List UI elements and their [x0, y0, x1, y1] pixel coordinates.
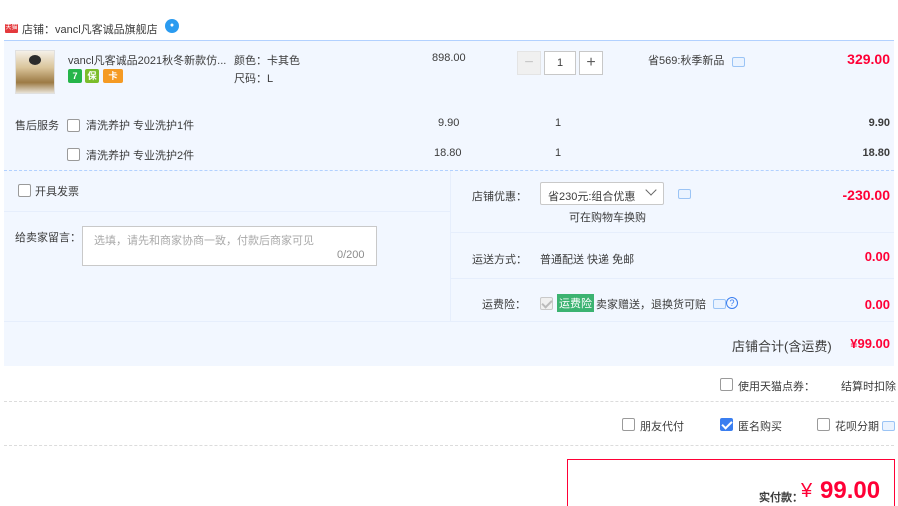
service-name: 清洗养护 专业洗护1件 — [86, 120, 195, 132]
divider — [4, 321, 894, 322]
unit-price: 898.00 — [432, 52, 466, 64]
service-total: 9.90 — [868, 117, 890, 129]
insurance-checkbox — [540, 297, 553, 310]
invoice-checkbox[interactable] — [18, 184, 31, 197]
invoice-label[interactable]: 开具发票 — [35, 183, 79, 199]
coupon-note: 可在购物车换购 — [569, 212, 646, 224]
divider — [450, 171, 451, 321]
store-name-link[interactable]: 店铺：vancl凡客诚品旗舰店 — [22, 21, 158, 37]
memo-label: 给卖家留言： — [15, 232, 81, 244]
points-label[interactable]: 使用天猫点券： — [738, 378, 815, 394]
service-name: 清洗养护 专业洗护2件 — [86, 150, 195, 162]
shipping-method: 普通配送 快递 免邮 — [540, 254, 635, 266]
service-price: 18.80 — [434, 147, 462, 159]
pay-currency: ¥ — [801, 480, 813, 502]
divider — [4, 401, 894, 402]
comment-icon[interactable] — [713, 299, 726, 309]
divider — [4, 445, 894, 446]
store-total-label: 店铺合计(含运费) — [732, 339, 832, 354]
shipping-label: 运送方式： — [472, 254, 527, 266]
product-title-link[interactable]: vancl凡客诚品2021秋冬新款仿... — [68, 52, 233, 68]
promotion-text: 省569:秋季新品 — [648, 55, 725, 67]
friend-pay-label[interactable]: 朋友代付 — [640, 418, 684, 434]
after-sales-label: 售后服务 — [15, 120, 59, 132]
coupon-amount: -230.00 — [842, 187, 890, 203]
service-qty: 1 — [555, 147, 562, 159]
pay-amount: 99.00 — [820, 477, 881, 504]
service-qty: 1 — [555, 117, 562, 129]
coupon-selected-value[interactable]: 省230元:组合优惠 — [548, 188, 635, 204]
divider — [4, 211, 450, 212]
points-note: 结算时扣除 — [841, 381, 896, 393]
pay-label: 实付款： — [759, 492, 803, 504]
comment-icon[interactable] — [732, 57, 745, 67]
divider — [451, 278, 894, 279]
service-checkbox[interactable] — [67, 119, 80, 132]
product-thumbnail[interactable] — [15, 50, 55, 94]
service-price: 9.90 — [438, 117, 460, 129]
guarantee-icon: 保 — [85, 69, 99, 83]
sku-size: 尺码：L — [234, 73, 274, 85]
store-coupon-label: 店铺优惠： — [472, 191, 527, 203]
shipping-amount: 0.00 — [864, 249, 890, 264]
memo-placeholder: 选填，请先和商家协商一致，付款后商家可见 — [94, 235, 314, 247]
quantity-input[interactable]: 1 — [544, 51, 576, 75]
quantity-increase-button[interactable]: + — [579, 51, 603, 75]
help-icon[interactable]: ? — [726, 297, 738, 309]
points-checkbox[interactable] — [720, 378, 733, 391]
divider — [451, 232, 894, 233]
comment-icon[interactable] — [882, 421, 895, 431]
insurance-badge: 运费险 — [557, 294, 594, 312]
insurance-description: 卖家赠送，退换货可赔 — [596, 299, 706, 311]
memo-char-count: 0/200 — [337, 249, 365, 261]
service-total: 18.80 — [862, 147, 890, 159]
anonymous-checkbox[interactable] — [720, 418, 733, 431]
service-checkbox[interactable] — [67, 148, 80, 161]
insurance-amount: 0.00 — [864, 297, 890, 312]
friend-pay-checkbox[interactable] — [622, 418, 635, 431]
chat-bubble-icon[interactable]: ● — [165, 19, 179, 33]
line-total: 329.00 — [847, 51, 890, 67]
seven-day-return-icon: 7 — [68, 69, 82, 83]
comment-icon[interactable] — [678, 189, 691, 199]
huabei-installment-label[interactable]: 花呗分期 — [835, 418, 879, 434]
shipping-insurance-label: 运费险： — [482, 299, 526, 311]
anonymous-label[interactable]: 匿名购买 — [738, 418, 782, 434]
store-total-amount: ¥99.00 — [850, 336, 890, 351]
sku-color: 颜色：卡其色 — [234, 55, 300, 67]
credit-card-icon: 卡 — [103, 69, 123, 83]
huabei-installment-checkbox[interactable] — [817, 418, 830, 431]
quantity-decrease-button[interactable]: − — [517, 51, 541, 75]
tmall-store-icon: 天猫 — [5, 24, 18, 33]
